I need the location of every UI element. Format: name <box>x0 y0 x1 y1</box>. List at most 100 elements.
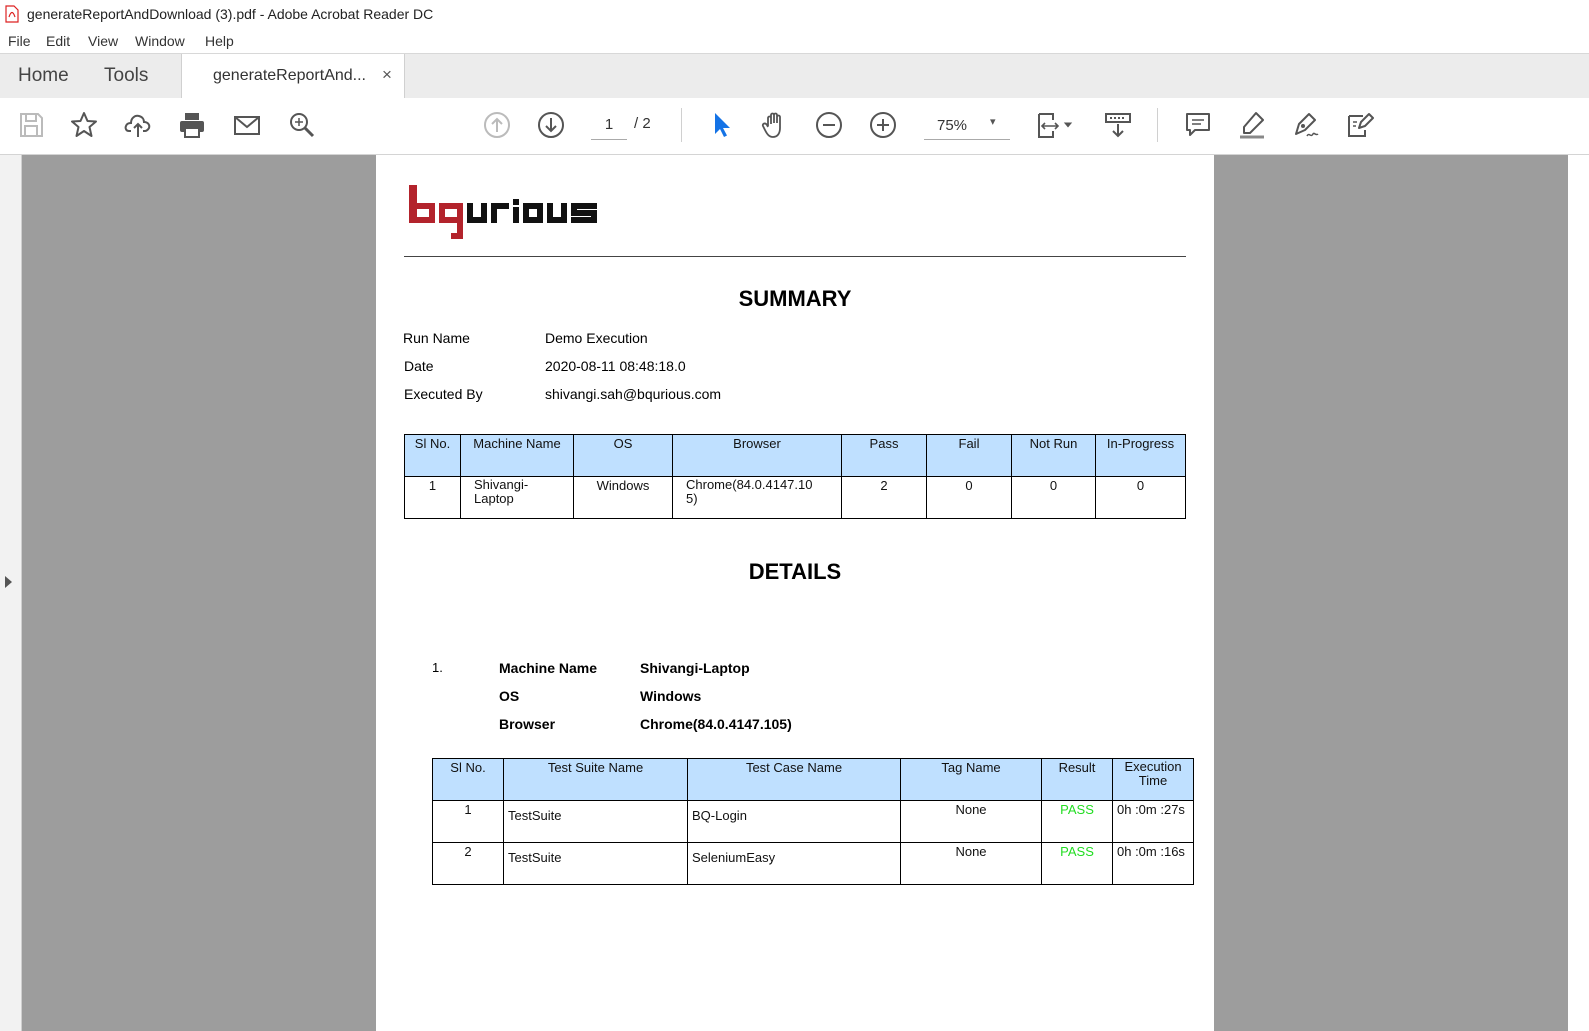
menu-bar: File Edit View Window Help <box>0 30 1589 53</box>
summary-heading: SUMMARY <box>738 286 852 311</box>
table-cell: BQ-Login <box>687 800 901 843</box>
tab-tools[interactable]: Tools <box>104 65 148 87</box>
zoom-out-button[interactable] <box>812 108 846 142</box>
result-badge: PASS <box>1041 800 1113 843</box>
toolbar-divider <box>681 108 682 142</box>
table-cell: 0 <box>1011 476 1096 519</box>
tab-document[interactable]: generateReportAnd... × <box>181 54 405 99</box>
save-button[interactable] <box>14 108 48 142</box>
tab-home[interactable]: Home <box>18 65 69 87</box>
page-up-icon <box>484 112 510 138</box>
zoom-out-icon <box>816 112 842 138</box>
fill-sign-button[interactable] <box>1343 108 1377 142</box>
column-header: Test Suite Name <box>503 758 688 801</box>
table-cell: None <box>900 842 1042 885</box>
column-header: In-Progress <box>1095 434 1186 477</box>
summary-table: Sl No. Machine Name OS Browser Pass Fail… <box>404 434 1186 519</box>
header-rule <box>404 256 1186 257</box>
machine-name-value: Shivangi-Laptop <box>640 660 750 676</box>
details-index: 1. <box>432 660 443 675</box>
table-cell: TestSuite <box>503 842 688 885</box>
column-header: Pass <box>841 434 927 477</box>
details-table: Sl No. Test Suite Name Test Case Name Ta… <box>432 758 1194 885</box>
zoom-level-select[interactable]: 75% ▾ <box>924 111 1010 140</box>
tab-bar: Home Tools generateReportAnd... × <box>0 53 1589 99</box>
run-name-label: Run Name <box>403 330 470 346</box>
table-cell: SeleniumEasy <box>687 842 901 885</box>
page-number-input[interactable]: 1 <box>591 111 627 140</box>
expand-panel-icon[interactable] <box>5 576 12 588</box>
result-badge: PASS <box>1041 842 1113 885</box>
table-cell: Shivangi- Laptop <box>460 476 574 519</box>
table-cell: Chrome(84.0.4147.10 5) <box>672 476 842 519</box>
os-value: Windows <box>640 688 702 704</box>
fill-sign-icon <box>1348 113 1374 137</box>
page-display-dropdown[interactable] <box>1060 108 1076 142</box>
comment-icon <box>1186 113 1210 136</box>
next-page-button[interactable] <box>534 108 568 142</box>
scroll-mode-button[interactable] <box>1101 108 1135 142</box>
column-header: Fail <box>926 434 1012 477</box>
pdf-file-icon <box>5 5 19 23</box>
browser-label: Browser <box>499 716 556 732</box>
run-name-value: Demo Execution <box>545 330 648 346</box>
select-cursor-icon <box>715 113 730 137</box>
document-tab-label: generateReportAnd... <box>213 67 366 84</box>
sign-button[interactable] <box>1289 108 1323 142</box>
column-header: Tag Name <box>900 758 1042 801</box>
page-down-icon <box>538 112 564 138</box>
zoom-in-button[interactable] <box>866 108 900 142</box>
print-icon <box>180 113 204 138</box>
bqurious-logo <box>409 185 597 239</box>
menu-help[interactable]: Help <box>205 33 234 49</box>
table-row: 2 TestSuite SeleniumEasy None PASS 0h :0… <box>432 842 1194 885</box>
caret-down-icon <box>1063 122 1073 128</box>
navigation-pane <box>0 155 22 1031</box>
table-cell: 2 <box>841 476 927 519</box>
toolbar: 1 / 2 75% ▾ <box>0 98 1589 155</box>
hand-tool-button[interactable] <box>758 108 792 142</box>
bookmark-button[interactable] <box>67 108 101 142</box>
highlight-button[interactable] <box>1235 108 1269 142</box>
column-header: Not Run <box>1011 434 1096 477</box>
sign-icon <box>1295 113 1319 137</box>
upload-cloud-icon <box>124 114 151 137</box>
window-title: generateReportAndDownload (3).pdf - Adob… <box>27 6 434 22</box>
table-cell: TestSuite <box>503 800 688 843</box>
page-total: / 2 <box>634 115 651 132</box>
date-value: 2020-08-11 08:48:18.0 <box>545 358 686 374</box>
table-cell: 1 <box>432 800 504 843</box>
search-icon <box>290 113 315 138</box>
star-icon <box>71 112 97 137</box>
mail-icon <box>234 116 260 135</box>
menu-window[interactable]: Window <box>135 33 185 49</box>
column-header: Machine Name <box>460 434 574 477</box>
column-header: Browser <box>672 434 842 477</box>
hand-icon <box>761 112 781 138</box>
column-header: OS <box>573 434 673 477</box>
print-button[interactable] <box>175 108 209 142</box>
find-button[interactable] <box>285 108 319 142</box>
email-button[interactable] <box>230 108 264 142</box>
column-header: Test Case Name <box>687 758 901 801</box>
upload-button[interactable] <box>121 108 155 142</box>
comment-button[interactable] <box>1181 108 1215 142</box>
scroll-mode-icon <box>1105 113 1131 138</box>
summary-table-header: Sl No. Machine Name OS Browser Pass Fail… <box>404 434 1186 477</box>
table-row: 1 TestSuite BQ-Login None PASS 0h :0m :2… <box>432 800 1194 843</box>
menu-view[interactable]: View <box>88 33 118 49</box>
table-cell: None <box>900 800 1042 843</box>
previous-page-button[interactable] <box>480 108 514 142</box>
select-tool-button[interactable] <box>704 108 738 142</box>
highlight-icon <box>1240 112 1264 139</box>
table-cell: 2 <box>432 842 504 885</box>
chevron-down-icon: ▾ <box>990 116 996 128</box>
close-tab-icon[interactable]: × <box>382 65 392 85</box>
menu-file[interactable]: File <box>8 33 31 49</box>
save-icon <box>20 113 43 137</box>
menu-edit[interactable]: Edit <box>46 33 70 49</box>
details-heading: DETAILS <box>748 559 842 584</box>
browser-value: Chrome(84.0.4147.105) <box>640 716 792 732</box>
column-header: Execution Time <box>1112 758 1194 801</box>
table-cell: 0h :0m :16s <box>1112 842 1194 885</box>
